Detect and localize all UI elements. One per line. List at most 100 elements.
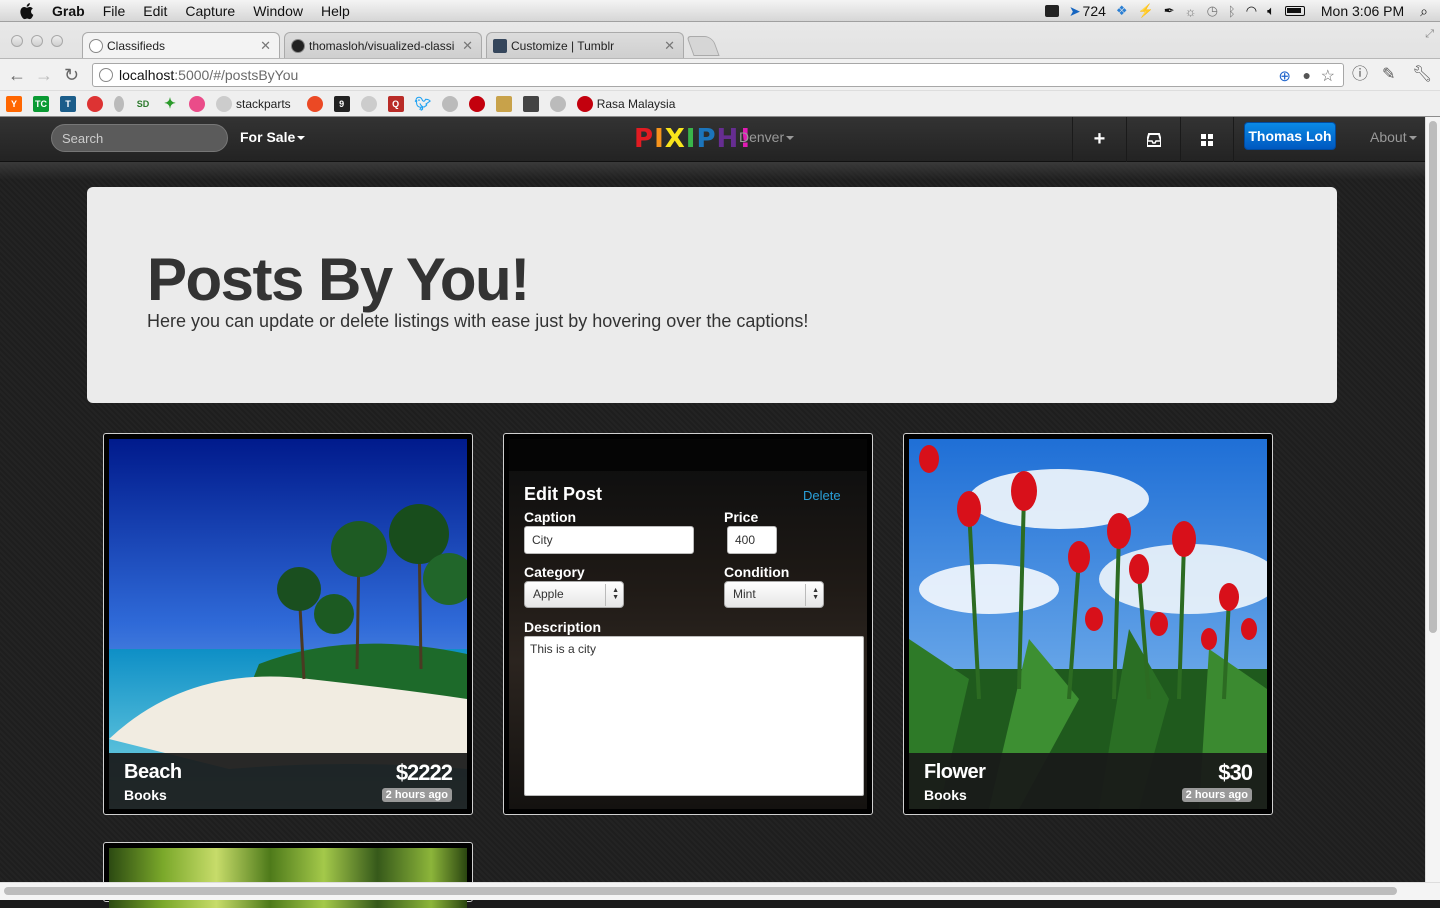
post-category: Books bbox=[924, 787, 967, 803]
tab-label: Customize | Tumblr bbox=[511, 38, 615, 53]
new-tab-button[interactable] bbox=[686, 36, 720, 56]
lightning-icon[interactable]: ⚡ bbox=[1138, 3, 1154, 19]
bookmark-cup-icon[interactable] bbox=[441, 95, 458, 112]
scroll-thumb[interactable] bbox=[1429, 121, 1437, 633]
window-zoom-button[interactable] bbox=[51, 35, 63, 47]
bookmark-globe-icon[interactable] bbox=[549, 95, 566, 112]
reload-icon[interactable]: ↻ bbox=[64, 66, 79, 84]
close-icon[interactable]: ✕ bbox=[462, 38, 473, 54]
inbox-button[interactable] bbox=[1126, 117, 1180, 162]
brightness-icon[interactable]: ☼ bbox=[1185, 4, 1197, 19]
post-card-beach[interactable]: Beach Books $2222 2 hours ago bbox=[103, 433, 473, 815]
city-label: Denver bbox=[739, 129, 785, 145]
rasa-icon bbox=[576, 95, 593, 112]
close-icon[interactable]: ✕ bbox=[260, 38, 271, 54]
add-post-button[interactable]: + bbox=[1072, 117, 1126, 162]
price-input[interactable]: 400 bbox=[727, 526, 777, 554]
condition-select[interactable]: Mint ▲ ▼ bbox=[724, 581, 824, 608]
category-select-value: Apple bbox=[533, 587, 564, 601]
bookmark-stackparts[interactable]: stackparts bbox=[216, 95, 291, 112]
logo-letter: H bbox=[716, 124, 740, 154]
bookmark-dribbble-icon[interactable] bbox=[189, 95, 205, 112]
bookmark-star-icon[interactable]: ☆ bbox=[1321, 66, 1335, 86]
bookmark-photo-icon[interactable] bbox=[495, 95, 512, 112]
page-icon bbox=[99, 68, 113, 82]
address-bar[interactable]: localhost:5000/#/postsByYou ⊕ ● ☆ bbox=[92, 63, 1344, 87]
tab-label: Classifieds bbox=[107, 38, 166, 53]
about-dropdown[interactable]: About bbox=[1370, 129, 1417, 145]
status-cursor-icon[interactable]: ➤ bbox=[1069, 3, 1081, 20]
window-minimize-button[interactable] bbox=[31, 35, 43, 47]
battery-icon[interactable] bbox=[1284, 6, 1305, 16]
lightbulb-icon[interactable]: ● bbox=[1303, 67, 1311, 83]
scroll-thumb[interactable] bbox=[4, 887, 1397, 895]
close-icon[interactable]: ✕ bbox=[664, 38, 675, 54]
info-extension-icon[interactable]: ⓘ bbox=[1352, 67, 1368, 83]
hero-unit: Posts By You! Here you can update or del… bbox=[87, 187, 1337, 403]
pen-icon[interactable]: ✒ bbox=[1164, 3, 1175, 19]
vertical-scrollbar[interactable] bbox=[1425, 117, 1440, 882]
briefcase-icon[interactable] bbox=[1044, 5, 1059, 17]
menu-help[interactable]: Help bbox=[321, 3, 350, 19]
edit-post-heading: Edit Post bbox=[524, 484, 603, 504]
extension-circle-icon[interactable]: ⊕ bbox=[1278, 67, 1291, 85]
bookmark-quora-icon[interactable]: Q bbox=[387, 95, 404, 112]
dropbox-icon[interactable]: ❖ bbox=[1116, 3, 1128, 19]
pixiph-logo[interactable]: PIXIPH! bbox=[634, 125, 752, 153]
feather-extension-icon[interactable]: ✎ bbox=[1382, 67, 1395, 83]
horizontal-scrollbar[interactable] bbox=[0, 882, 1440, 900]
post-caption[interactable]: Flower Books $30 2 hours ago bbox=[909, 753, 1267, 809]
bookmark-hn-icon[interactable]: Y bbox=[6, 95, 22, 112]
city-dropdown[interactable]: Denver bbox=[739, 129, 795, 145]
category-select[interactable]: Apple ▲ ▼ bbox=[524, 581, 624, 608]
bookmark-stumble-icon[interactable] bbox=[306, 95, 323, 112]
tab-classifieds[interactable]: Classifieds ✕ bbox=[82, 32, 280, 58]
menu-app-name[interactable]: Grab bbox=[52, 3, 85, 19]
apple-menu-icon[interactable] bbox=[18, 2, 36, 20]
menu-edit[interactable]: Edit bbox=[143, 3, 167, 19]
description-textarea[interactable]: This is a city bbox=[524, 636, 864, 796]
bookmark-plant-icon[interactable]: ✦ bbox=[162, 95, 178, 112]
bookmark-9gag-icon[interactable]: 9 bbox=[333, 95, 350, 112]
menu-file[interactable]: File bbox=[103, 3, 126, 19]
status-count[interactable]: 724 bbox=[1083, 3, 1106, 19]
user-profile-button[interactable]: Thomas Loh bbox=[1244, 122, 1336, 150]
bookmark-page-icon[interactable] bbox=[522, 95, 539, 112]
menu-window[interactable]: Window bbox=[253, 3, 303, 19]
bookmark-twitter-icon[interactable]: 🐦︎ bbox=[414, 96, 431, 112]
volume-icon[interactable]: 🔈︎ bbox=[1267, 3, 1275, 19]
bookmark-techcrunch-icon[interactable]: TC bbox=[33, 95, 49, 112]
wifi-icon[interactable]: ◠ bbox=[1246, 3, 1257, 19]
bookmark-kiwi-icon[interactable] bbox=[114, 95, 124, 112]
time-machine-icon[interactable]: ◷ bbox=[1207, 3, 1218, 19]
window-close-button[interactable] bbox=[11, 35, 23, 47]
bookmark-reddit-icon[interactable] bbox=[360, 95, 377, 112]
bookmark-sd-icon[interactable]: SD bbox=[135, 96, 151, 112]
chevron-down-icon bbox=[1408, 136, 1417, 141]
search-input[interactable]: Search bbox=[51, 124, 228, 152]
back-arrow-icon[interactable]: ← bbox=[8, 66, 26, 84]
bookmark-lastfm-icon[interactable] bbox=[468, 95, 485, 112]
tab-github[interactable]: thomasloh/visualized-classi ✕ bbox=[284, 32, 482, 58]
forward-arrow-icon[interactable]: → bbox=[35, 66, 53, 84]
grid-view-button[interactable] bbox=[1180, 117, 1234, 162]
bluetooth-icon[interactable]: ᛒ bbox=[1228, 4, 1236, 19]
menu-capture[interactable]: Capture bbox=[185, 3, 235, 19]
spotlight-icon[interactable]: ⌕ bbox=[1420, 3, 1428, 20]
post-card-flower[interactable]: Flower Books $30 2 hours ago bbox=[903, 433, 1273, 815]
category-dropdown[interactable]: For Sale bbox=[240, 129, 306, 145]
bookmark-t-icon[interactable]: T bbox=[60, 95, 76, 112]
bookmark-rasa-malaysia[interactable]: Rasa Malaysia bbox=[576, 95, 675, 112]
fullscreen-icon[interactable]: ⤢ bbox=[1425, 28, 1434, 41]
post-card-edit[interactable]: Edit Post Delete Caption City Price 400 … bbox=[503, 433, 873, 815]
tab-tumblr[interactable]: Customize | Tumblr ✕ bbox=[486, 32, 684, 58]
delete-link[interactable]: Delete bbox=[803, 488, 841, 503]
caption-input[interactable]: City bbox=[524, 526, 694, 554]
post-caption[interactable]: Beach Books $2222 2 hours ago bbox=[109, 753, 467, 809]
wrench-icon[interactable]: 🔧︎ bbox=[1412, 67, 1432, 83]
browser-toolbar: ← → ↻ localhost:5000/#/postsByYou ⊕ ● ☆ … bbox=[0, 58, 1440, 90]
bookmark-apple-icon[interactable] bbox=[87, 95, 103, 112]
clock[interactable]: Mon 3:06 PM bbox=[1321, 3, 1404, 19]
edit-post-panel: Edit Post Delete Caption City Price 400 … bbox=[509, 439, 867, 809]
post-title: Flower bbox=[924, 761, 986, 783]
